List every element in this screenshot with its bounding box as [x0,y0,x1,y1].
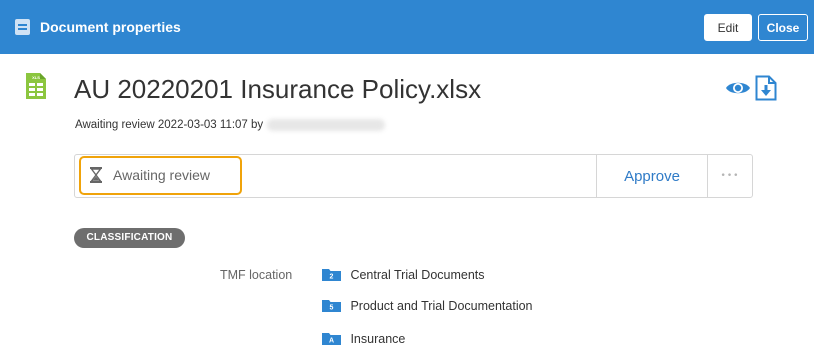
more-options-button[interactable]: ••• [708,155,752,197]
close-button[interactable]: Close [758,14,808,41]
tmf-location-name: Product and Trial Documentation [350,298,533,313]
redacted-user-name [267,118,386,131]
file-type-label: XLS [32,75,40,80]
folder-icon: 2 [322,269,341,282]
review-info: Awaiting review 2022-03-03 11:07 by [75,117,386,133]
classification-badge: CLASSIFICATION [74,228,185,248]
tmf-location-item[interactable]: 2 Central Trial Documents [322,266,485,282]
approve-button[interactable]: Approve [598,155,706,197]
tmf-location-label: TMF location [220,268,293,282]
spreadsheet-file-icon: XLS [26,73,46,99]
hourglass-icon [90,167,102,183]
eye-icon[interactable] [725,80,751,96]
dialog-header: Document properties Edit Close [0,0,814,54]
folder-icon: A [322,333,341,346]
divider [596,155,597,197]
folder-code: 5 [330,305,334,312]
folder-code: A [329,338,334,345]
dialog-title: Document properties [40,19,181,35]
download-icon[interactable] [755,75,777,101]
tmf-location-item[interactable]: A Insurance [322,330,405,346]
tmf-location-name: Central Trial Documents [350,267,485,282]
folder-code: 2 [330,274,334,281]
document-icon [15,19,30,35]
edit-button[interactable]: Edit [704,14,752,41]
status-label: Awaiting review [113,167,211,183]
document-title: AU 20220201 Insurance Policy.xlsx [74,74,482,104]
tmf-location-item[interactable]: 5 Product and Trial Documentation [322,297,533,313]
tmf-location-name: Insurance [350,331,406,346]
folder-icon: 5 [322,300,341,313]
review-info-text: Awaiting review 2022-03-03 11:07 by [75,119,264,131]
